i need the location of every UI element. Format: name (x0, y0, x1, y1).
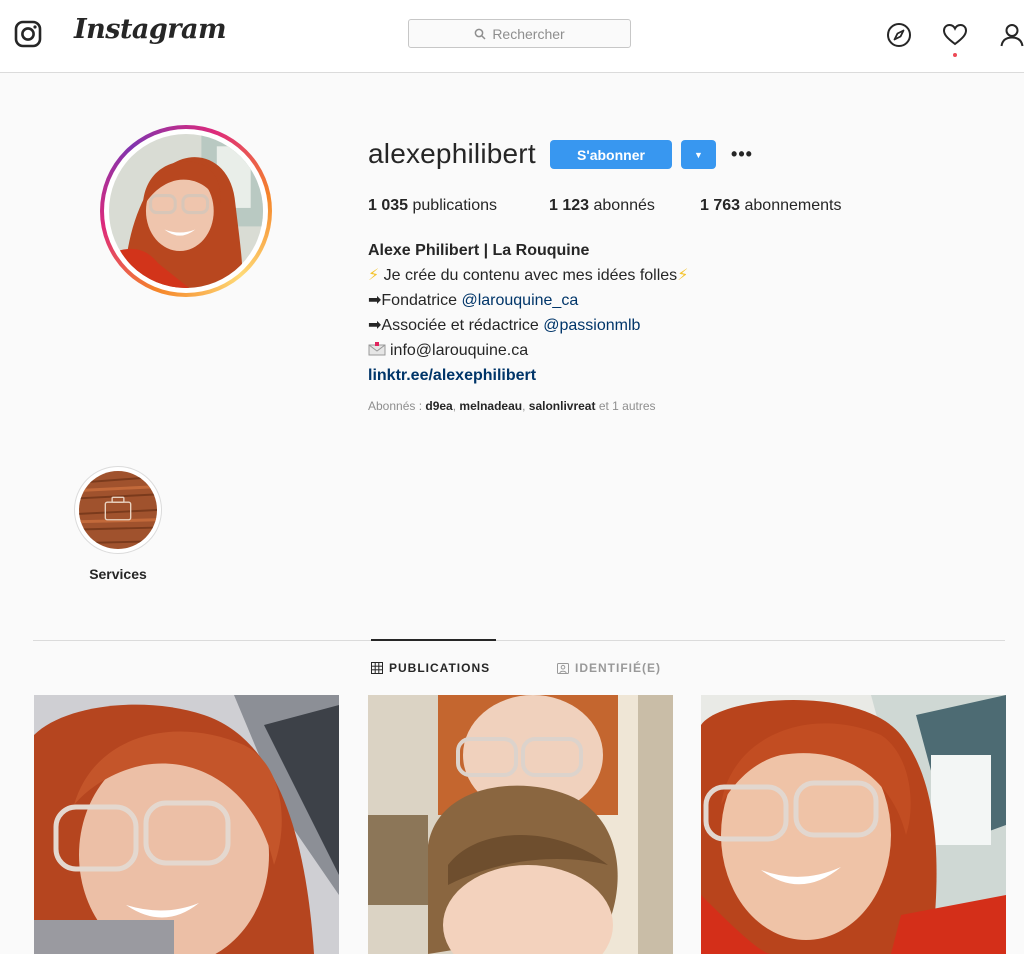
more-options-icon[interactable]: ••• (728, 141, 756, 167)
stat-followers[interactable]: 1 123 abonnés (549, 197, 655, 215)
triangle-down-icon: ▼ (694, 149, 703, 160)
post-thumbnail[interactable] (701, 695, 1006, 954)
tab-label: PUBLICATIONS (389, 661, 491, 675)
profile-bio: Alexe Philibert | La Rouquine ⚡ Je crée … (368, 238, 688, 388)
suggestions-dropdown-button[interactable]: ▼ (681, 140, 716, 169)
profile-icon[interactable] (999, 22, 1024, 48)
stat-following[interactable]: 1 763 abonnements (700, 197, 841, 215)
post-thumbnail[interactable] (368, 695, 673, 954)
follower-username[interactable]: d9ea (425, 399, 452, 413)
active-tab-indicator (371, 639, 496, 641)
post-thumbnail[interactable] (34, 695, 339, 954)
bio-line: info@larouquine.ca (368, 338, 688, 363)
stat-value: 1 123 (549, 197, 590, 214)
tab-publications[interactable]: PUBLICATIONS (371, 661, 490, 675)
stat-label: abonnés (593, 197, 655, 214)
tagged-person-icon (557, 663, 569, 674)
avatar-photo (109, 134, 263, 288)
highlight-label: Services (89, 566, 147, 582)
instagram-wordmark[interactable]: Instagram (74, 14, 227, 45)
instagram-glyph-icon[interactable] (14, 20, 42, 48)
profile-username: alexephilibert (368, 138, 536, 169)
story-highlight[interactable] (74, 466, 162, 554)
mention-link[interactable]: @passionmlb (543, 317, 640, 334)
grid-icon (371, 662, 383, 674)
tabs-divider (33, 640, 1005, 641)
highlight-cover-image (79, 471, 157, 549)
stat-label: publications (412, 197, 498, 214)
bio-text: ➡Associée et rédactrice (368, 317, 544, 334)
stat-value: 1 763 (700, 197, 741, 214)
notification-dot (953, 53, 957, 57)
bio-email: info@larouquine.ca (390, 342, 529, 359)
follower-username[interactable]: salonlivreat (529, 399, 596, 413)
search-input[interactable]: Rechercher (408, 19, 631, 48)
bio-text: ➡Fondatrice (368, 292, 462, 309)
search-icon (474, 28, 486, 40)
stat-label: abonnements (744, 197, 842, 214)
tab-label: IDENTIFIÉ(E) (575, 661, 661, 675)
lightning-icon: ⚡ (677, 267, 689, 284)
mention-link[interactable]: @larouquine_ca (461, 292, 578, 309)
bio-line: ➡Fondatrice @larouquine_ca (368, 288, 688, 313)
stat-value: 1 035 (368, 197, 409, 214)
tab-tagged[interactable]: IDENTIFIÉ(E) (557, 661, 661, 675)
follow-button[interactable]: S'abonner (550, 140, 672, 169)
envelope-icon (368, 342, 386, 356)
search-placeholder: Rechercher (492, 25, 565, 42)
avatar[interactable] (100, 125, 272, 297)
lightning-icon: ⚡ (368, 267, 380, 284)
compass-icon[interactable] (886, 22, 912, 48)
followed-by-prefix: Abonnés : (368, 399, 426, 413)
followed-by-suffix: et 1 autres (595, 399, 656, 413)
bio-website-link[interactable]: linktr.ee/alexephilibert (368, 363, 688, 388)
followed-by-text[interactable]: Abonnés : d9ea, melnadeau, salonlivreat … (368, 399, 656, 413)
bio-text: Je crée du contenu avec mes idées folles (379, 267, 678, 284)
heart-icon[interactable] (942, 22, 968, 48)
bio-line: ⚡ Je crée du contenu avec mes idées foll… (368, 263, 688, 288)
follower-username[interactable]: melnadeau (459, 399, 522, 413)
profile-full-name: Alexe Philibert | La Rouquine (368, 242, 590, 259)
bio-line: ➡Associée et rédactrice @passionmlb (368, 313, 688, 338)
stat-publications[interactable]: 1 035 publications (368, 197, 497, 215)
top-navigation: Instagram Rechercher (0, 0, 1024, 73)
